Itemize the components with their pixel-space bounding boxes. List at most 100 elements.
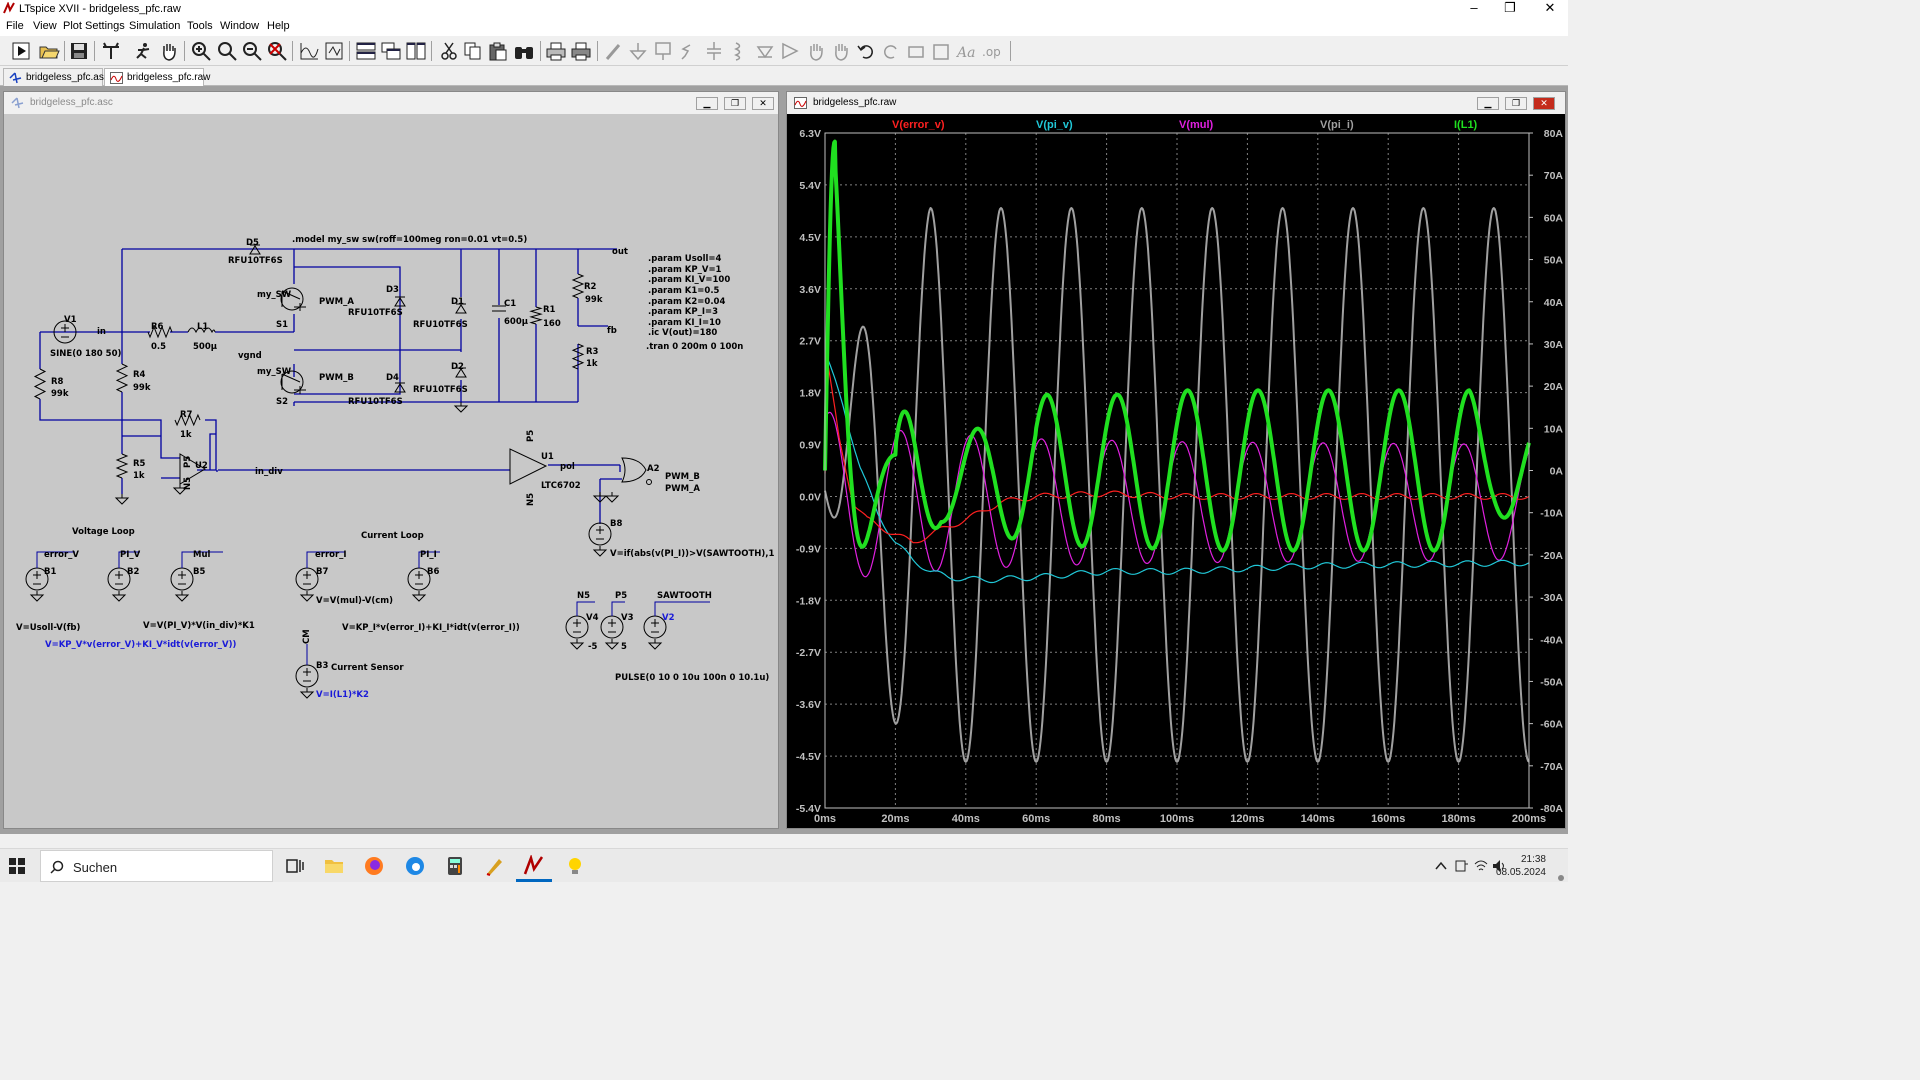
zoom-out-icon[interactable] [241,39,263,63]
cut-icon[interactable] [438,39,460,63]
tab-schematic[interactable]: bridgeless_pfc.asc [3,68,109,86]
tile-horizontal-icon[interactable] [355,39,377,63]
resistor-r8[interactable] [33,368,47,400]
print-icon[interactable] [570,39,592,63]
ground-symbol[interactable] [592,546,608,557]
paste-icon[interactable] [487,39,509,63]
cancel-zoom-icon[interactable] [266,39,288,63]
copy-icon[interactable] [462,39,484,63]
spice-directive-icon[interactable]: .op [980,39,1002,63]
manual-limits-icon[interactable] [323,39,345,63]
schematic-restore-button[interactable]: ❐ [724,97,746,110]
legend-entry[interactable]: V(error_v) [892,119,945,131]
voltage-source-v4[interactable] [565,615,589,639]
tab-waveform[interactable]: bridgeless_pfc.raw [104,68,210,86]
zoom-to-fit-icon[interactable] [216,39,238,63]
redo-icon[interactable] [880,39,902,63]
waveform-minimize-button[interactable]: ▁ [1477,97,1499,110]
legend-entry[interactable]: V(mul) [1179,119,1214,131]
schematic-close-button[interactable]: ✕ [752,97,774,110]
component-icon[interactable] [779,39,801,63]
resistor-r5[interactable] [115,453,129,479]
waveform-plot[interactable]: 0ms 20ms 40ms 60ms 80ms 100ms 120ms 140ms 160ms 1… [791,114,1563,826]
find-icon[interactable] [513,39,535,63]
ground-symbol[interactable] [29,591,45,602]
bsource-b3[interactable] [295,664,319,688]
waveform-close-button[interactable]: ✕ [1533,97,1555,110]
calculator-icon[interactable] [444,855,466,877]
control-panel-icon[interactable] [100,39,122,63]
run-icon[interactable] [10,39,32,63]
resistor-r2[interactable] [571,273,585,299]
menu-file[interactable]: File [6,20,24,32]
close-button[interactable]: ✕ [1535,0,1565,18]
ground-symbol[interactable] [647,639,663,650]
ground-symbol[interactable] [569,639,585,650]
minimize-button[interactable]: – [1459,0,1489,18]
menu-simulation[interactable]: Simulation [129,20,180,32]
print-preview-icon[interactable] [545,39,567,63]
legend-entry[interactable]: I(L1) [1454,119,1478,131]
pen-app-icon[interactable] [484,855,506,877]
notification-dot[interactable] [1558,875,1564,881]
wire-icon[interactable] [603,39,625,63]
legend-entry[interactable]: V(pi_i) [1320,119,1354,131]
mirror-icon[interactable] [930,39,952,63]
text-icon[interactable]: Aa [955,39,977,63]
ground-symbol[interactable] [453,402,469,413]
halt-icon[interactable] [132,39,154,63]
taskbar-search-box[interactable]: Suchen [40,850,273,882]
undo-icon[interactable] [855,39,877,63]
inductor-icon[interactable] [728,39,750,63]
ground-symbol[interactable] [411,591,427,602]
tips-app-icon[interactable] [564,855,586,877]
ground-symbol[interactable] [111,591,127,602]
open-icon[interactable] [38,39,60,63]
ground-symbol[interactable] [299,688,315,699]
task-view-icon[interactable] [284,855,306,877]
network-icon[interactable] [1473,858,1489,874]
legend-entry[interactable]: V(pi_v) [1036,119,1073,131]
menu-window[interactable]: Window [220,20,259,32]
capacitor-icon[interactable] [703,39,725,63]
bsource-b8[interactable] [588,522,612,546]
pan-icon[interactable] [158,39,180,63]
resistor-r3[interactable] [571,343,585,370]
waveform-window-header[interactable]: bridgeless_pfc.raw ▁ ❐ ✕ [787,92,1565,114]
firefox-icon[interactable] [363,855,385,877]
menu-plot-settings[interactable]: Plot Settings [63,20,125,32]
ground-icon[interactable] [627,39,649,63]
chevron-up-icon[interactable] [1433,858,1449,874]
tile-vertical-icon[interactable] [405,39,427,63]
resistor-icon[interactable] [678,39,700,63]
menu-help[interactable]: Help [267,20,290,32]
ground-symbol[interactable] [299,591,315,602]
device-icon[interactable] [1453,858,1469,874]
schematic-canvas[interactable]: .model my_sw sw(roff=100meg ron=0.01 vt=… [10,114,774,826]
ground-symbol[interactable] [174,591,190,602]
resistor-r4[interactable] [115,363,129,393]
drag-icon[interactable] [830,39,852,63]
edge-icon[interactable] [404,855,426,877]
menu-tools[interactable]: Tools [187,20,213,32]
cascade-icon[interactable] [380,39,402,63]
file-explorer-icon[interactable] [323,855,345,877]
schematic-window-header[interactable]: bridgeless_pfc.asc ▁ ❐ ✕ [4,92,778,114]
save-icon[interactable] [68,39,90,63]
resistor-r1[interactable] [529,306,543,325]
menu-view[interactable]: View [33,20,57,32]
taskbar-clock[interactable]: 21:38 08.05.2024 [1496,853,1546,879]
rotate-icon[interactable] [905,39,927,63]
ltspice-taskbar-icon[interactable] [523,855,545,877]
ground-symbol[interactable] [604,492,620,503]
bsource-b5[interactable] [170,567,194,591]
windows-start-icon[interactable] [9,858,25,874]
bsource-b7[interactable] [295,567,319,591]
ground-symbol[interactable] [604,639,620,650]
label-icon[interactable] [652,39,674,63]
move-icon[interactable] [805,39,827,63]
autorange-icon[interactable] [298,39,320,63]
zoom-in-icon[interactable] [190,39,212,63]
voltage-source-v3[interactable] [600,615,624,639]
waveform-restore-button[interactable]: ❐ [1505,97,1527,110]
